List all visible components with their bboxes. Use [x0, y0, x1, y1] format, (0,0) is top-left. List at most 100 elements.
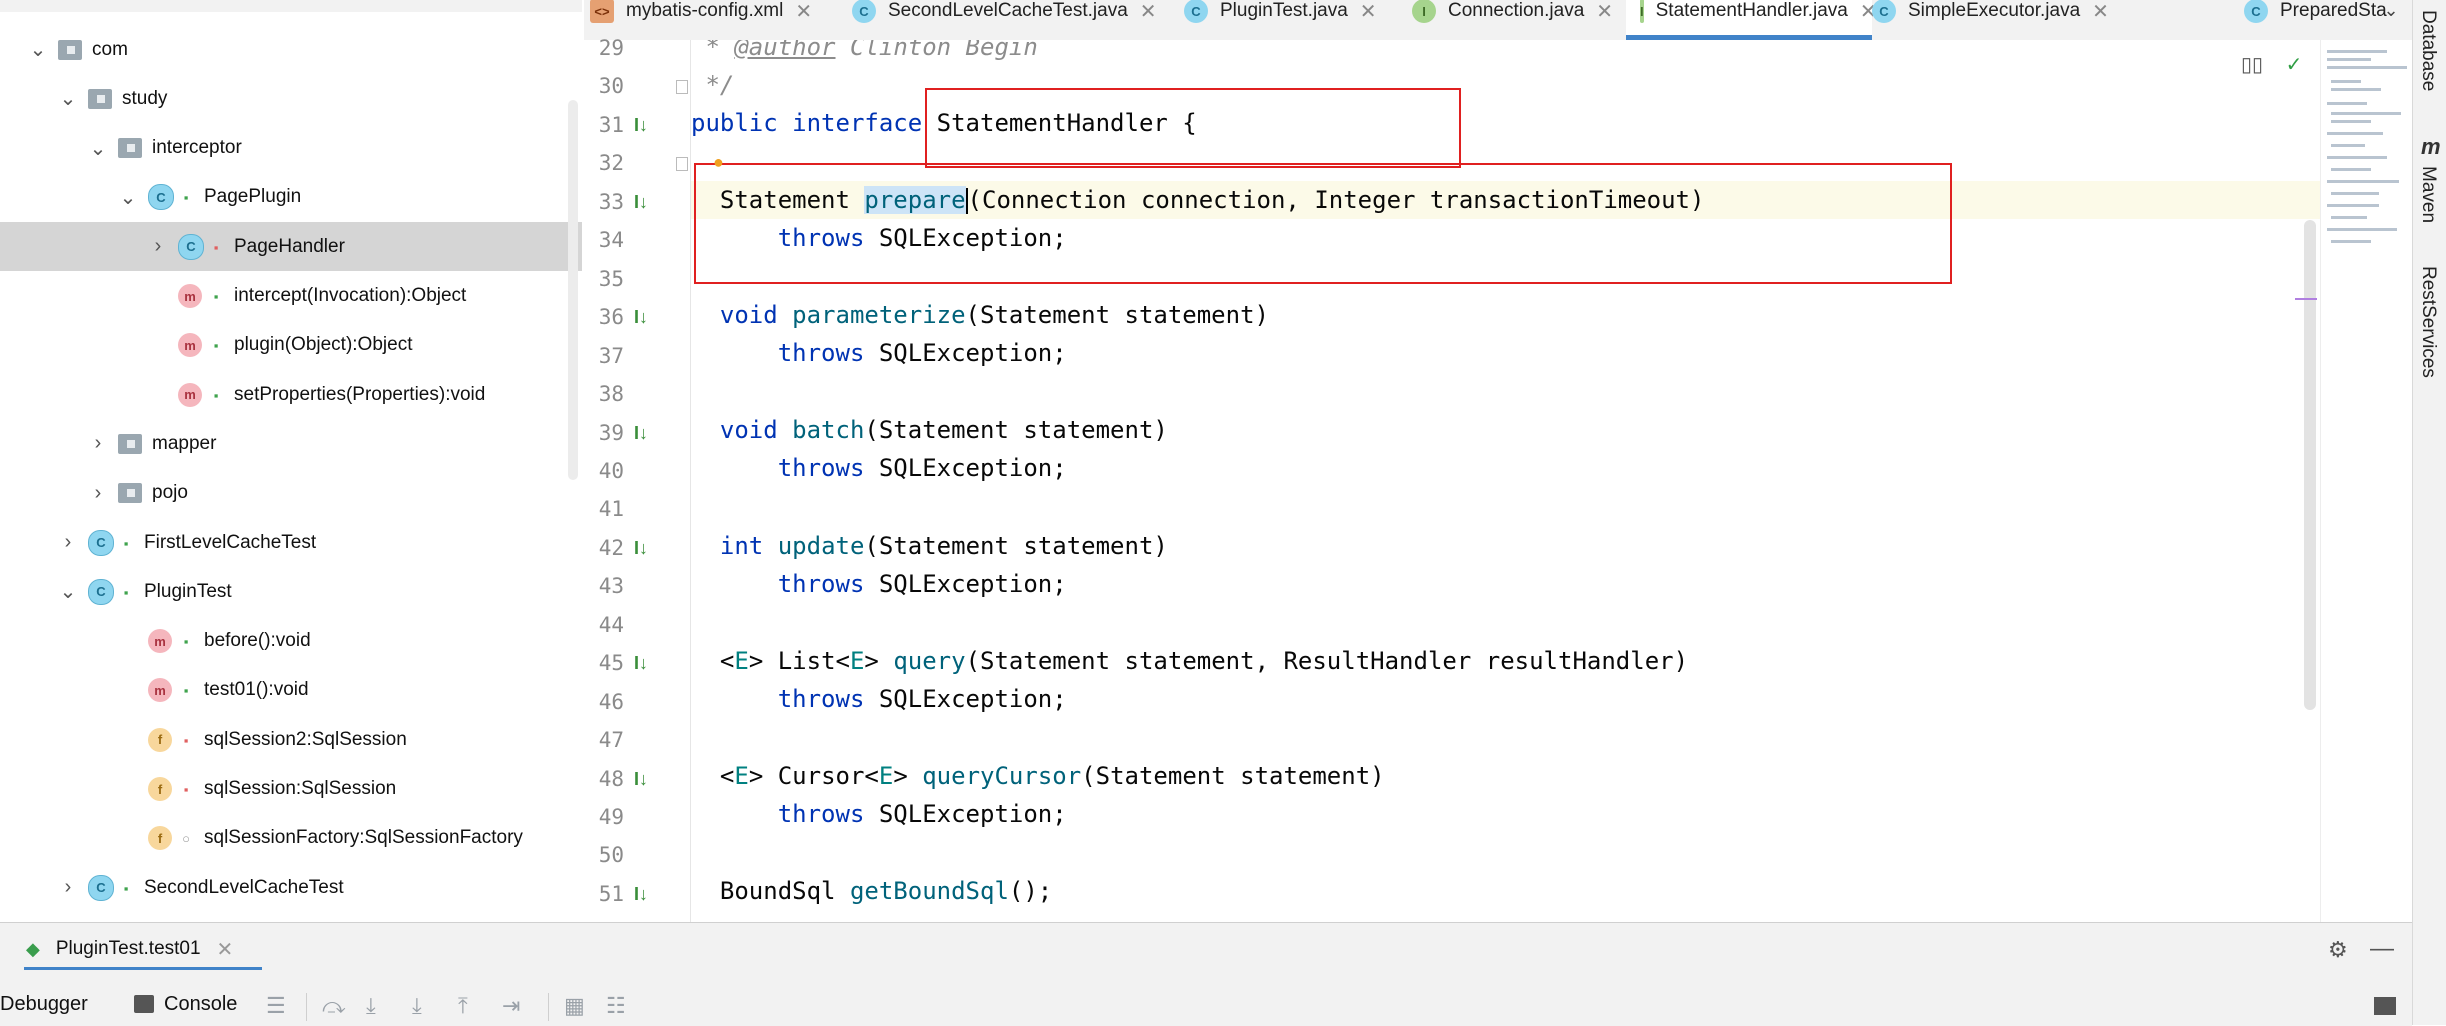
line-number[interactable]: 37 — [584, 344, 624, 368]
chevron-down-icon[interactable]: ⌄ — [28, 37, 48, 62]
tree-item[interactable]: f ▪ sqlSession:SqlSession — [0, 765, 582, 814]
line-number[interactable]: 31 — [584, 113, 624, 137]
close-icon[interactable]: ✕ — [1360, 0, 1377, 24]
tree-item[interactable]: ⌄ com — [0, 25, 582, 74]
close-icon[interactable]: ✕ — [795, 0, 812, 24]
step-into-icon[interactable]: ⤓ — [366, 993, 376, 1019]
editor-tab[interactable]: <> mybatis-config.xml ✕ — [584, 0, 852, 40]
layout-icon[interactable] — [2374, 997, 2396, 1015]
run-to-cursor-icon[interactable]: ⇥ — [502, 993, 520, 1019]
chevron-down-icon[interactable]: ⌄ — [88, 136, 108, 161]
close-icon[interactable]: ✕ — [2092, 0, 2109, 24]
tree-item[interactable]: f ▪ sqlSession2:SqlSession — [0, 715, 582, 764]
tree-item[interactable]: m ▪ setProperties(Properties):void — [0, 370, 582, 419]
step-out-icon[interactable]: ⤒ — [458, 993, 468, 1019]
evaluate-icon[interactable]: ▦ — [564, 993, 585, 1019]
line-number[interactable]: 32 — [584, 151, 624, 175]
line-number[interactable]: 51 — [584, 882, 624, 906]
editor-tab[interactable]: C PluginTest.java ✕ — [1170, 0, 1412, 40]
debugger-tab[interactable]: Debugger — [0, 993, 88, 1016]
fold-marker-icon[interactable] — [676, 157, 688, 172]
tree-item[interactable]: ⌄ interceptor — [0, 124, 582, 173]
line-number[interactable]: 44 — [584, 613, 624, 637]
line-number[interactable]: 46 — [584, 690, 624, 714]
implemented-by-icon[interactable]: I↓ — [634, 538, 660, 560]
line-number[interactable]: 42 — [584, 536, 624, 560]
reader-mode-icon[interactable]: ▯▯ — [2236, 48, 2268, 80]
trace-icon[interactable]: ☷ — [606, 993, 626, 1019]
editor-scrollbar[interactable] — [2304, 220, 2316, 710]
implemented-by-icon[interactable]: I↓ — [634, 423, 660, 445]
console-tab[interactable]: Console — [164, 993, 237, 1016]
editor-tab[interactable]: I StatementHandler.java ✕ — [1626, 0, 1877, 40]
tree-item[interactable]: › C ▪ PageHandler — [0, 222, 582, 272]
tree-item[interactable]: › mapper — [0, 419, 582, 468]
tree-item[interactable]: m ▪ test01():void — [0, 666, 582, 715]
line-number[interactable]: 29 — [584, 36, 624, 60]
tree-item[interactable]: ⌄ C ▪ PagePlugin — [0, 173, 582, 222]
exception-type: SQLException; — [864, 685, 1067, 713]
intention-bulb-icon[interactable]: ● — [713, 152, 731, 172]
tree-item[interactable]: › pojo — [0, 469, 582, 518]
implemented-by-icon[interactable]: I↓ — [634, 192, 660, 214]
line-number[interactable]: 45 — [584, 651, 624, 675]
line-number[interactable]: 50 — [584, 843, 624, 867]
chevron-down-icon[interactable]: ⌄ — [2376, 0, 2406, 40]
chevron-down-icon[interactable]: ⌄ — [118, 185, 138, 210]
line-number[interactable]: 49 — [584, 805, 624, 829]
chevron-down-icon[interactable]: ⌄ — [58, 86, 78, 111]
database-tool-tab[interactable]: Database — [2417, 10, 2439, 91]
close-icon[interactable]: ✕ — [217, 937, 234, 962]
implemented-by-icon[interactable]: I↓ — [634, 307, 660, 329]
chevron-right-icon[interactable]: › — [88, 482, 108, 505]
chevron-right-icon[interactable]: › — [148, 235, 168, 258]
line-number[interactable]: 38 — [584, 382, 624, 406]
chevron-right-icon[interactable]: › — [58, 531, 78, 554]
line-number[interactable]: 34 — [584, 228, 624, 252]
step-over-icon[interactable]: ⤼ — [322, 993, 346, 1019]
line-number[interactable]: 33 — [584, 190, 624, 214]
minimap[interactable] — [2295, 40, 2413, 922]
chevron-right-icon[interactable]: › — [88, 432, 108, 455]
line-number[interactable]: 39 — [584, 421, 624, 445]
close-icon[interactable]: ✕ — [1596, 0, 1613, 24]
chevron-down-icon[interactable]: ⌄ — [58, 579, 78, 604]
implemented-by-icon[interactable]: I↓ — [634, 769, 660, 791]
line-number[interactable]: 30 — [584, 74, 624, 98]
inspections-ok-icon[interactable]: ✓ — [2278, 48, 2310, 80]
maven-tool-tab[interactable]: Maven — [2417, 166, 2439, 223]
line-number[interactable]: 36 — [584, 305, 624, 329]
implemented-by-icon[interactable]: I↓ — [634, 115, 660, 137]
force-step-into-icon[interactable]: ⤓ — [412, 993, 422, 1019]
keyword: interface — [792, 109, 923, 137]
line-number[interactable]: 35 — [584, 267, 624, 291]
chevron-right-icon[interactable]: › — [58, 876, 78, 899]
tree-item[interactable]: › C ▪ FirstLevelCacheTest — [0, 518, 582, 567]
implemented-by-icon[interactable]: I↓ — [634, 653, 660, 675]
tree-item[interactable]: m ▪ before():void — [0, 617, 582, 666]
line-number[interactable]: 48 — [584, 767, 624, 791]
line-number[interactable]: 41 — [584, 497, 624, 521]
gear-icon[interactable]: ⚙ — [2328, 937, 2348, 963]
minimize-icon[interactable]: — — [2370, 935, 2394, 963]
tree-item[interactable]: › C ▪ SecondLevelCacheTest — [0, 863, 582, 912]
tree-item[interactable]: m ▪ plugin(Object):Object — [0, 321, 582, 370]
line-number[interactable]: 40 — [584, 459, 624, 483]
restservices-tool-tab[interactable]: RestServices — [2417, 266, 2439, 378]
run-tab[interactable]: ◆ PluginTest.test01 ✕ — [26, 931, 233, 967]
implemented-by-icon[interactable]: I↓ — [634, 884, 660, 906]
tree-item[interactable]: f ○ sqlSessionFactory:SqlSessionFactory — [0, 814, 582, 863]
tree-scrollbar[interactable] — [568, 100, 578, 480]
comment-text: * — [691, 40, 735, 61]
editor-tab[interactable]: I Connection.java ✕ — [1398, 0, 1640, 40]
tree-item[interactable]: m ▪ intercept(Invocation):Object — [0, 272, 582, 321]
editor-tab[interactable]: C SecondLevelCacheTest.java ✕ — [838, 0, 1184, 40]
editor-tab[interactable]: C SimpleExecutor.java ✕ — [1858, 0, 2244, 40]
line-number[interactable]: 47 — [584, 728, 624, 752]
close-icon[interactable]: ✕ — [1140, 0, 1157, 24]
line-number[interactable]: 43 — [584, 574, 624, 598]
menu-icon[interactable]: ☰ — [266, 993, 286, 1019]
tree-item[interactable]: ⌄ C ▪ PluginTest — [0, 567, 582, 616]
fold-marker-icon[interactable] — [676, 80, 688, 95]
tree-item[interactable]: ⌄ study — [0, 74, 582, 123]
